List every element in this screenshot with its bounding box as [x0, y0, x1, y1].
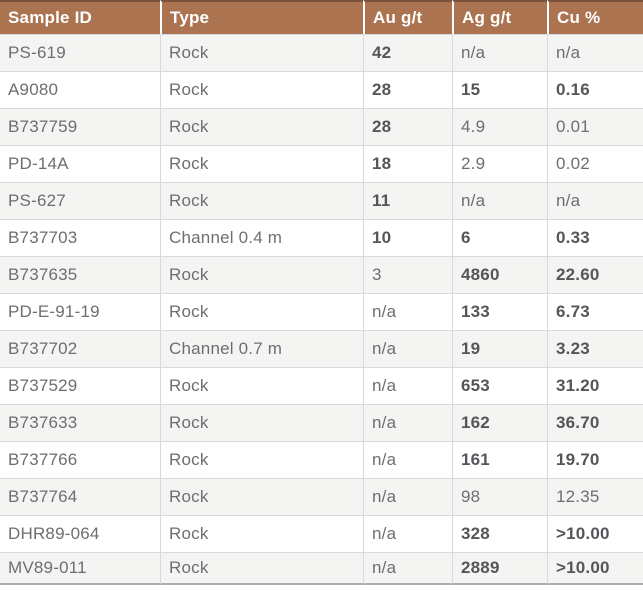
cell-sample-id: B737703	[0, 219, 160, 256]
cell-cu: >10.00	[547, 552, 643, 585]
cell-au: 18	[363, 145, 452, 182]
cell-sample-id: B737635	[0, 256, 160, 293]
table-row: B737759 Rock 28 4.9 0.01	[0, 108, 643, 145]
cell-sample-id: B737529	[0, 367, 160, 404]
cell-au: 10	[363, 219, 452, 256]
cell-sample-id: PD-14A	[0, 145, 160, 182]
cell-cu: n/a	[547, 34, 643, 71]
cell-au: n/a	[363, 478, 452, 515]
table-body: PS-619 Rock 42 n/a n/a A9080 Rock 28 15 …	[0, 34, 643, 585]
cell-cu: 3.23	[547, 330, 643, 367]
cell-sample-id: PS-619	[0, 34, 160, 71]
cell-au: n/a	[363, 404, 452, 441]
cell-type: Rock	[160, 441, 363, 478]
cell-type: Rock	[160, 293, 363, 330]
cell-au: 28	[363, 108, 452, 145]
cell-sample-id: DHR89-064	[0, 515, 160, 552]
cell-au: n/a	[363, 293, 452, 330]
cell-au: 3	[363, 256, 452, 293]
col-header-au-gt: Au g/t	[363, 0, 452, 34]
cell-au: n/a	[363, 552, 452, 585]
cell-au: n/a	[363, 330, 452, 367]
table-row: MV89-011 Rock n/a 2889 >10.00	[0, 552, 643, 585]
col-header-cu-pct: Cu %	[547, 0, 643, 34]
table-row: B737703 Channel 0.4 m 10 6 0.33	[0, 219, 643, 256]
cell-ag: 133	[452, 293, 547, 330]
cell-type: Rock	[160, 404, 363, 441]
cell-ag: 2.9	[452, 145, 547, 182]
assay-results-table: Sample ID Type Au g/t Ag g/t Cu % PS-619…	[0, 0, 643, 585]
table-row: B737635 Rock 3 4860 22.60	[0, 256, 643, 293]
cell-cu: 0.02	[547, 145, 643, 182]
cell-au: 42	[363, 34, 452, 71]
cell-type: Channel 0.7 m	[160, 330, 363, 367]
cell-sample-id: B737764	[0, 478, 160, 515]
cell-ag: 15	[452, 71, 547, 108]
cell-type: Rock	[160, 145, 363, 182]
cell-au: n/a	[363, 441, 452, 478]
cell-ag: 19	[452, 330, 547, 367]
cell-sample-id: PS-627	[0, 182, 160, 219]
col-header-type: Type	[160, 0, 363, 34]
cell-sample-id: A9080	[0, 71, 160, 108]
cell-type: Rock	[160, 108, 363, 145]
cell-cu: 36.70	[547, 404, 643, 441]
table-row: B737529 Rock n/a 653 31.20	[0, 367, 643, 404]
cell-type: Rock	[160, 515, 363, 552]
cell-ag: 4860	[452, 256, 547, 293]
header-row: Sample ID Type Au g/t Ag g/t Cu %	[0, 0, 643, 34]
cell-sample-id: B737759	[0, 108, 160, 145]
cell-ag: 2889	[452, 552, 547, 585]
cell-ag: 6	[452, 219, 547, 256]
cell-cu: 0.01	[547, 108, 643, 145]
col-header-ag-gt: Ag g/t	[452, 0, 547, 34]
cell-sample-id: B737766	[0, 441, 160, 478]
cell-ag: 4.9	[452, 108, 547, 145]
cell-ag: 161	[452, 441, 547, 478]
cell-cu: 19.70	[547, 441, 643, 478]
table-row: B737702 Channel 0.7 m n/a 19 3.23	[0, 330, 643, 367]
cell-sample-id: MV89-011	[0, 552, 160, 585]
cell-type: Rock	[160, 182, 363, 219]
cell-ag: n/a	[452, 34, 547, 71]
cell-sample-id: PD-E-91-19	[0, 293, 160, 330]
cell-cu: 31.20	[547, 367, 643, 404]
cell-cu: 0.33	[547, 219, 643, 256]
table-row: A9080 Rock 28 15 0.16	[0, 71, 643, 108]
cell-au: n/a	[363, 367, 452, 404]
cell-ag: 162	[452, 404, 547, 441]
table-row: DHR89-064 Rock n/a 328 >10.00	[0, 515, 643, 552]
cell-type: Rock	[160, 367, 363, 404]
table-header: Sample ID Type Au g/t Ag g/t Cu %	[0, 0, 643, 34]
cell-ag: 328	[452, 515, 547, 552]
cell-au: n/a	[363, 515, 452, 552]
cell-type: Rock	[160, 478, 363, 515]
table-row: B737633 Rock n/a 162 36.70	[0, 404, 643, 441]
table-row: PD-E-91-19 Rock n/a 133 6.73	[0, 293, 643, 330]
table-row: PS-619 Rock 42 n/a n/a	[0, 34, 643, 71]
cell-cu: 0.16	[547, 71, 643, 108]
table-row: B737764 Rock n/a 98 12.35	[0, 478, 643, 515]
cell-ag: 98	[452, 478, 547, 515]
cell-cu: 6.73	[547, 293, 643, 330]
cell-cu: n/a	[547, 182, 643, 219]
cell-type: Rock	[160, 256, 363, 293]
cell-cu: 22.60	[547, 256, 643, 293]
cell-ag: n/a	[452, 182, 547, 219]
table-row: B737766 Rock n/a 161 19.70	[0, 441, 643, 478]
col-header-sample-id: Sample ID	[0, 0, 160, 34]
cell-type: Rock	[160, 552, 363, 585]
cell-ag: 653	[452, 367, 547, 404]
cell-sample-id: B737633	[0, 404, 160, 441]
cell-cu: >10.00	[547, 515, 643, 552]
cell-cu: 12.35	[547, 478, 643, 515]
cell-type: Rock	[160, 34, 363, 71]
cell-au: 28	[363, 71, 452, 108]
table-row: PS-627 Rock 11 n/a n/a	[0, 182, 643, 219]
table-row: PD-14A Rock 18 2.9 0.02	[0, 145, 643, 182]
cell-sample-id: B737702	[0, 330, 160, 367]
cell-au: 11	[363, 182, 452, 219]
cell-type: Channel 0.4 m	[160, 219, 363, 256]
cell-type: Rock	[160, 71, 363, 108]
